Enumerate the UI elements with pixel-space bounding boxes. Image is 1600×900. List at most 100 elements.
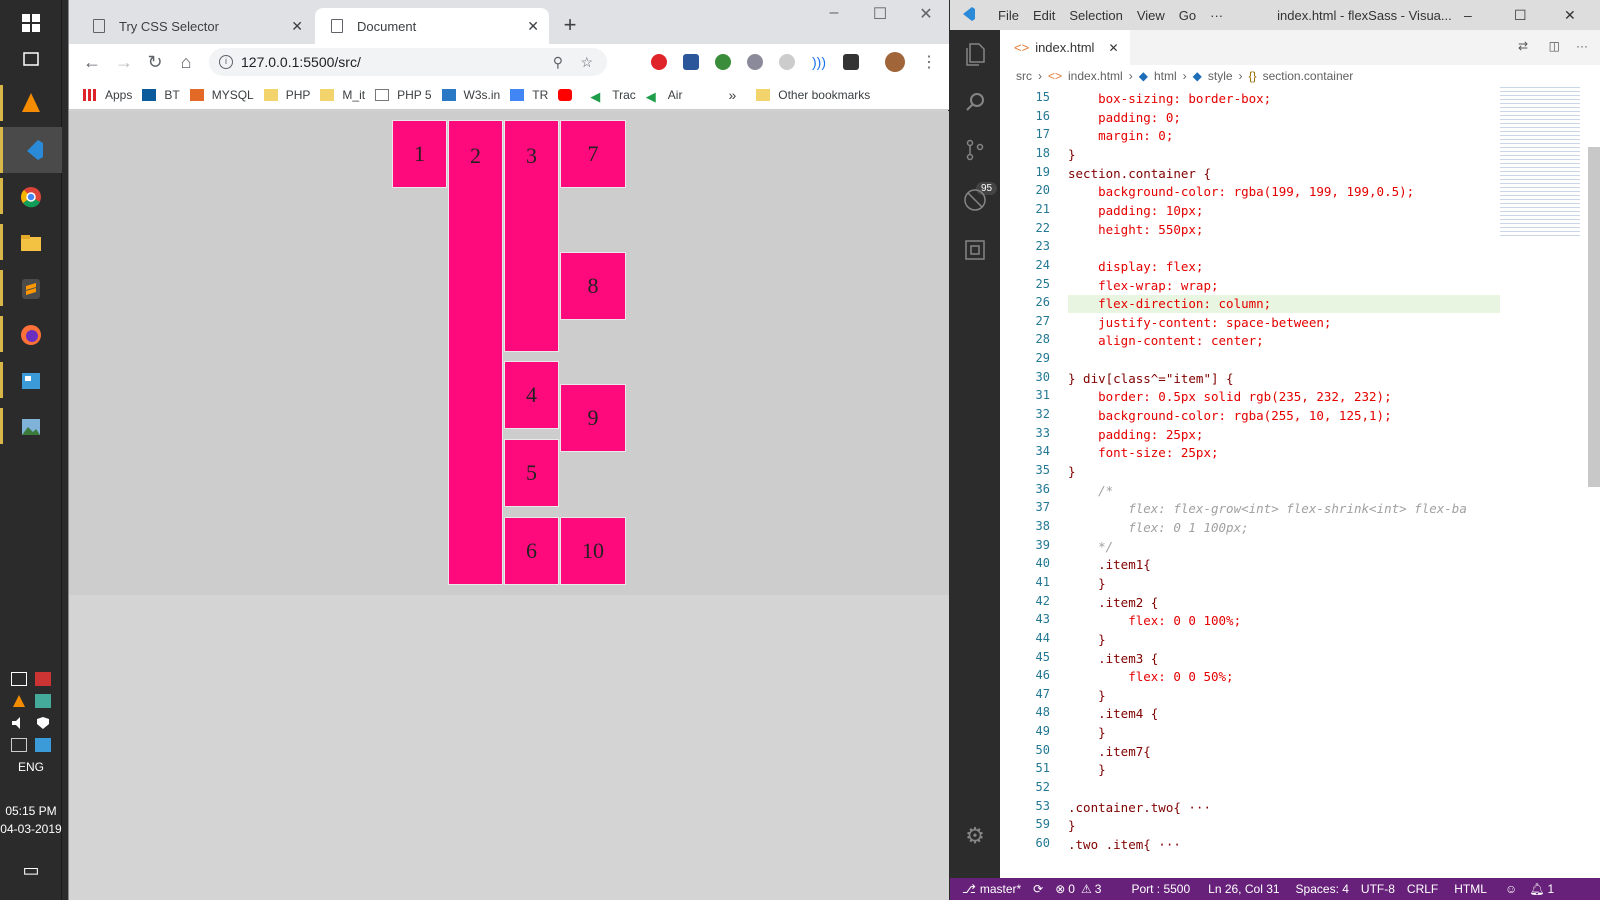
- close-tab-icon[interactable]: ✕: [527, 18, 539, 35]
- indentation[interactable]: Spaces: 4: [1296, 882, 1349, 896]
- close-window-button[interactable]: ✕: [1564, 7, 1576, 24]
- bookmarks-overflow[interactable]: »: [728, 87, 736, 103]
- new-tab-button[interactable]: +: [547, 12, 593, 38]
- tab-try-css-selector[interactable]: Try CSS Selector ✕: [77, 8, 313, 44]
- extension-save-icon[interactable]: [683, 54, 699, 70]
- minimize-button[interactable]: –: [811, 4, 857, 22]
- file-explorer-icon[interactable]: [0, 220, 62, 266]
- extension-chat-icon[interactable]: [747, 54, 763, 70]
- maximize-button[interactable]: ☐: [1514, 7, 1527, 24]
- bookmark-php5[interactable]: PHP 5: [375, 88, 432, 102]
- info-icon[interactable]: i: [219, 55, 233, 69]
- more-actions-icon[interactable]: ···: [1576, 39, 1588, 53]
- language-mode[interactable]: HTML: [1454, 882, 1487, 896]
- menu-more[interactable]: ···: [1210, 8, 1223, 23]
- menu-view[interactable]: View: [1137, 8, 1165, 23]
- bookmark-w3s[interactable]: W3s.in: [441, 88, 500, 102]
- line-ending[interactable]: CRLF: [1407, 882, 1438, 896]
- feedback-smiley-icon[interactable]: ☺: [1505, 882, 1517, 896]
- forward-icon[interactable]: →: [113, 51, 135, 73]
- cursor-position[interactable]: Ln 26, Col 31: [1208, 882, 1279, 896]
- menu-selection[interactable]: Selection: [1069, 8, 1122, 23]
- error-count[interactable]: 0: [1068, 882, 1075, 896]
- bookmark-tr[interactable]: TR: [510, 88, 548, 102]
- minimap[interactable]: [1500, 87, 1600, 878]
- bookmark-youtube[interactable]: [558, 88, 580, 101]
- menu-dots-icon[interactable]: ⋮: [921, 52, 937, 72]
- reload-icon[interactable]: ↻: [144, 51, 166, 73]
- git-branch[interactable]: master*: [980, 882, 1021, 896]
- tab-document[interactable]: Document ✕: [315, 8, 549, 44]
- menu-file[interactable]: File: [998, 8, 1019, 23]
- battery-icon[interactable]: [11, 672, 27, 686]
- sync-icon[interactable]: [35, 694, 51, 708]
- home-icon[interactable]: ⌂: [175, 51, 197, 73]
- warning-count[interactable]: 3: [1095, 882, 1102, 896]
- explorer-icon[interactable]: [950, 30, 1000, 78]
- maximize-button[interactable]: ☐: [857, 4, 903, 24]
- encoding[interactable]: UTF-8: [1361, 882, 1395, 896]
- back-icon[interactable]: ←: [81, 51, 103, 73]
- address-bar[interactable]: i 127.0.0.1:5500/src/ ⚲ ☆: [209, 48, 607, 76]
- extension-wave-icon[interactable]: ))): [811, 54, 827, 70]
- breadcrumb-item[interactable]: section.container: [1263, 69, 1354, 83]
- sync-icon[interactable]: ⟳: [1033, 882, 1043, 896]
- vlc-tray-icon[interactable]: [11, 694, 27, 708]
- bookmark-star-icon[interactable]: ☆: [580, 48, 593, 76]
- live-server-port[interactable]: Port : 5500: [1131, 882, 1190, 896]
- menu-edit[interactable]: Edit: [1033, 8, 1055, 23]
- source-control-icon[interactable]: [950, 126, 1000, 174]
- vlc-icon[interactable]: [0, 80, 62, 126]
- bookmark-m-it[interactable]: M_it: [320, 88, 365, 102]
- network-off-icon[interactable]: [35, 672, 51, 686]
- breadcrumb-item[interactable]: style: [1208, 69, 1233, 83]
- extension-off-icon[interactable]: [779, 54, 795, 70]
- breadcrumb-item[interactable]: index.html: [1068, 69, 1123, 83]
- sublime-icon[interactable]: [0, 266, 62, 312]
- bookmark-php[interactable]: PHP: [263, 88, 310, 102]
- profile-avatar[interactable]: [885, 52, 905, 72]
- split-editor-icon[interactable]: ◫: [1549, 39, 1560, 53]
- close-tab-icon[interactable]: ✕: [291, 18, 303, 35]
- extension-shield-icon[interactable]: [843, 54, 859, 70]
- editor-tab-index-html[interactable]: <> index.html ✕: [1000, 30, 1130, 65]
- language-indicator[interactable]: ENG: [0, 760, 62, 774]
- notification-count[interactable]: 1: [1547, 882, 1554, 896]
- close-tab-icon[interactable]: ✕: [1108, 41, 1118, 55]
- clock-time[interactable]: 05:15 PM: [0, 804, 62, 818]
- code-editor[interactable]: box-sizing: border-box; padding: 0; marg…: [1068, 87, 1508, 878]
- menu-go[interactable]: Go: [1179, 8, 1196, 23]
- security-icon[interactable]: [35, 716, 51, 730]
- zoom-icon[interactable]: ⚲: [553, 48, 563, 76]
- control-panel-icon[interactable]: [0, 358, 62, 404]
- action-center-icon[interactable]: ▭: [0, 860, 62, 881]
- bookmark-apps[interactable]: Apps: [83, 88, 132, 102]
- search-icon[interactable]: [950, 78, 1000, 126]
- photos-icon[interactable]: [0, 404, 62, 450]
- display-icon[interactable]: [11, 738, 27, 752]
- extension-globe-icon[interactable]: [715, 54, 731, 70]
- bookmark-mysql[interactable]: MYSQL: [189, 88, 254, 102]
- clock-date[interactable]: 04-03-2019: [0, 822, 62, 836]
- flex-item: 8: [560, 252, 626, 320]
- chrome-icon[interactable]: [0, 174, 62, 220]
- debug-icon[interactable]: [950, 176, 1000, 224]
- extensions-icon[interactable]: [950, 226, 1000, 274]
- bookmark-trac[interactable]: ◀ Trac: [590, 88, 636, 104]
- volume-icon[interactable]: [11, 716, 27, 730]
- task-view-icon[interactable]: [0, 36, 62, 82]
- app-tray-icon[interactable]: [35, 738, 51, 752]
- bookmark-air[interactable]: ◀ Air: [646, 88, 683, 104]
- firefox-icon[interactable]: [0, 312, 62, 358]
- vscode-taskbar-icon[interactable]: [0, 127, 62, 173]
- extension-opera-icon[interactable]: [651, 54, 667, 70]
- breadcrumb-item[interactable]: src: [1016, 69, 1032, 83]
- breadcrumb-item[interactable]: html: [1154, 69, 1177, 83]
- settings-gear-icon[interactable]: ⚙: [950, 812, 1000, 860]
- open-changes-icon[interactable]: ⇄: [1518, 39, 1528, 53]
- bell-icon[interactable]: 🔔︎: [1529, 882, 1544, 896]
- bookmark-other[interactable]: Other bookmarks: [756, 88, 870, 102]
- bookmark-bt[interactable]: BT: [142, 88, 180, 102]
- minimize-button[interactable]: –: [1464, 7, 1472, 23]
- close-window-button[interactable]: ✕: [903, 4, 949, 24]
